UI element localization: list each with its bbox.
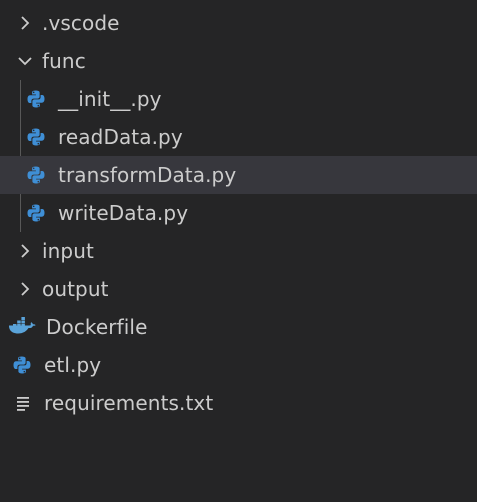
tree-item-label: writeData.py bbox=[58, 201, 189, 225]
tree-file-transformdata-py[interactable]: transformData.py bbox=[0, 156, 477, 194]
tree-item-label: readData.py bbox=[58, 125, 183, 149]
chevron-down-icon bbox=[16, 52, 34, 70]
tree-item-label: output bbox=[42, 277, 109, 301]
tree-item-label: Dockerfile bbox=[46, 315, 148, 339]
python-icon bbox=[10, 353, 34, 377]
tree-file-dockerfile[interactable]: Dockerfile bbox=[0, 308, 477, 346]
tree-item-label: etl.py bbox=[44, 353, 102, 377]
tree-folder-input[interactable]: input bbox=[0, 232, 477, 270]
chevron-right-icon bbox=[16, 242, 34, 260]
tree-file-readdata-py[interactable]: readData.py bbox=[0, 118, 477, 156]
tree-item-label: requirements.txt bbox=[44, 391, 214, 415]
tree-item-label: __init__.py bbox=[58, 87, 162, 111]
chevron-right-icon bbox=[16, 14, 34, 32]
docker-icon bbox=[8, 315, 36, 339]
tree-item-label: transformData.py bbox=[58, 163, 237, 187]
python-icon bbox=[24, 163, 48, 187]
tree-item-label: .vscode bbox=[42, 11, 120, 35]
python-icon bbox=[24, 201, 48, 225]
func-children: __init__.py readData.py transformData.py… bbox=[0, 80, 477, 232]
python-icon bbox=[24, 125, 48, 149]
file-explorer: .vscode func __init__.py readData.py tra… bbox=[0, 4, 477, 502]
tree-file-init-py[interactable]: __init__.py bbox=[0, 80, 477, 118]
tree-file-etl-py[interactable]: etl.py bbox=[0, 346, 477, 384]
tree-file-writedata-py[interactable]: writeData.py bbox=[0, 194, 477, 232]
tree-folder-output[interactable]: output bbox=[0, 270, 477, 308]
chevron-right-icon bbox=[16, 280, 34, 298]
text-file-icon bbox=[10, 391, 34, 415]
tree-file-requirements-txt[interactable]: requirements.txt bbox=[0, 384, 477, 422]
tree-item-label: input bbox=[42, 239, 94, 263]
python-icon bbox=[24, 87, 48, 111]
tree-item-label: func bbox=[42, 49, 86, 73]
tree-folder-vscode[interactable]: .vscode bbox=[0, 4, 477, 42]
tree-folder-func[interactable]: func bbox=[0, 42, 477, 80]
